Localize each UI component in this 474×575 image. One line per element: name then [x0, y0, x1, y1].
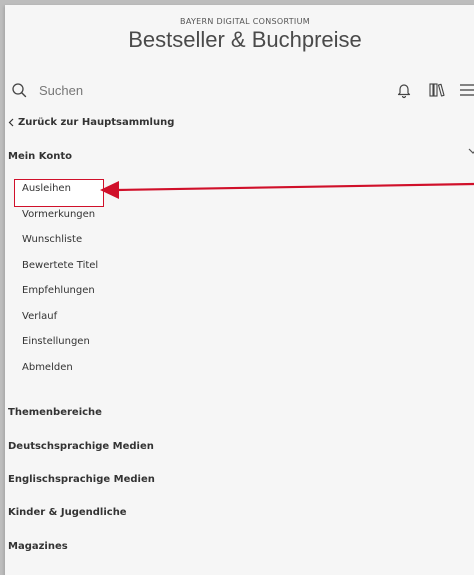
- page: BAYERN DIGITAL CONSORTIUM Bestseller & B…: [0, 0, 474, 575]
- menu-item-empfehlungen[interactable]: Empfehlungen: [22, 285, 95, 296]
- section-kinder-jugendliche[interactable]: Kinder & Jugendliche: [8, 507, 127, 518]
- library-icon[interactable]: [427, 80, 447, 100]
- section-themenbereiche[interactable]: Themenbereiche: [8, 407, 102, 418]
- chevron-left-icon: [8, 118, 14, 126]
- chevron-down-icon[interactable]: [467, 145, 474, 157]
- back-link-label: Zurück zur Hauptsammlung: [18, 116, 175, 128]
- search-icon[interactable]: [11, 82, 27, 98]
- section-englischsprachige-medien[interactable]: Englischsprachige Medien: [8, 474, 155, 485]
- menu-item-verlauf[interactable]: Verlauf: [22, 311, 57, 322]
- menu-item-ausleihen[interactable]: Ausleihen: [22, 183, 71, 194]
- back-to-collection-link[interactable]: Zurück zur Hauptsammlung: [5, 113, 174, 131]
- section-magazines[interactable]: Magazines: [8, 541, 68, 552]
- search-bar: [5, 75, 474, 107]
- annotation-arrow: [100, 181, 474, 199]
- bell-icon[interactable]: [394, 80, 414, 100]
- menu-item-bewertete-titel[interactable]: Bewertete Titel: [22, 260, 98, 271]
- menu-item-vormerkungen[interactable]: Vormerkungen: [22, 209, 95, 220]
- site-title[interactable]: Bestseller & Buchpreise: [5, 27, 474, 53]
- menu-icon[interactable]: [457, 80, 474, 100]
- my-account-heading[interactable]: Mein Konto: [8, 151, 72, 162]
- search-input[interactable]: [39, 80, 239, 100]
- consortium-label: BAYERN DIGITAL CONSORTIUM: [180, 17, 310, 26]
- menu-item-einstellungen[interactable]: Einstellungen: [22, 336, 90, 347]
- menu-item-wunschliste[interactable]: Wunschliste: [22, 234, 82, 245]
- menu-item-abmelden[interactable]: Abmelden: [22, 362, 73, 373]
- section-deutschsprachige-medien[interactable]: Deutschsprachige Medien: [8, 441, 154, 452]
- library-menu-panel: BAYERN DIGITAL CONSORTIUM Bestseller & B…: [5, 5, 474, 575]
- site-header: BAYERN DIGITAL CONSORTIUM Bestseller & B…: [5, 5, 474, 75]
